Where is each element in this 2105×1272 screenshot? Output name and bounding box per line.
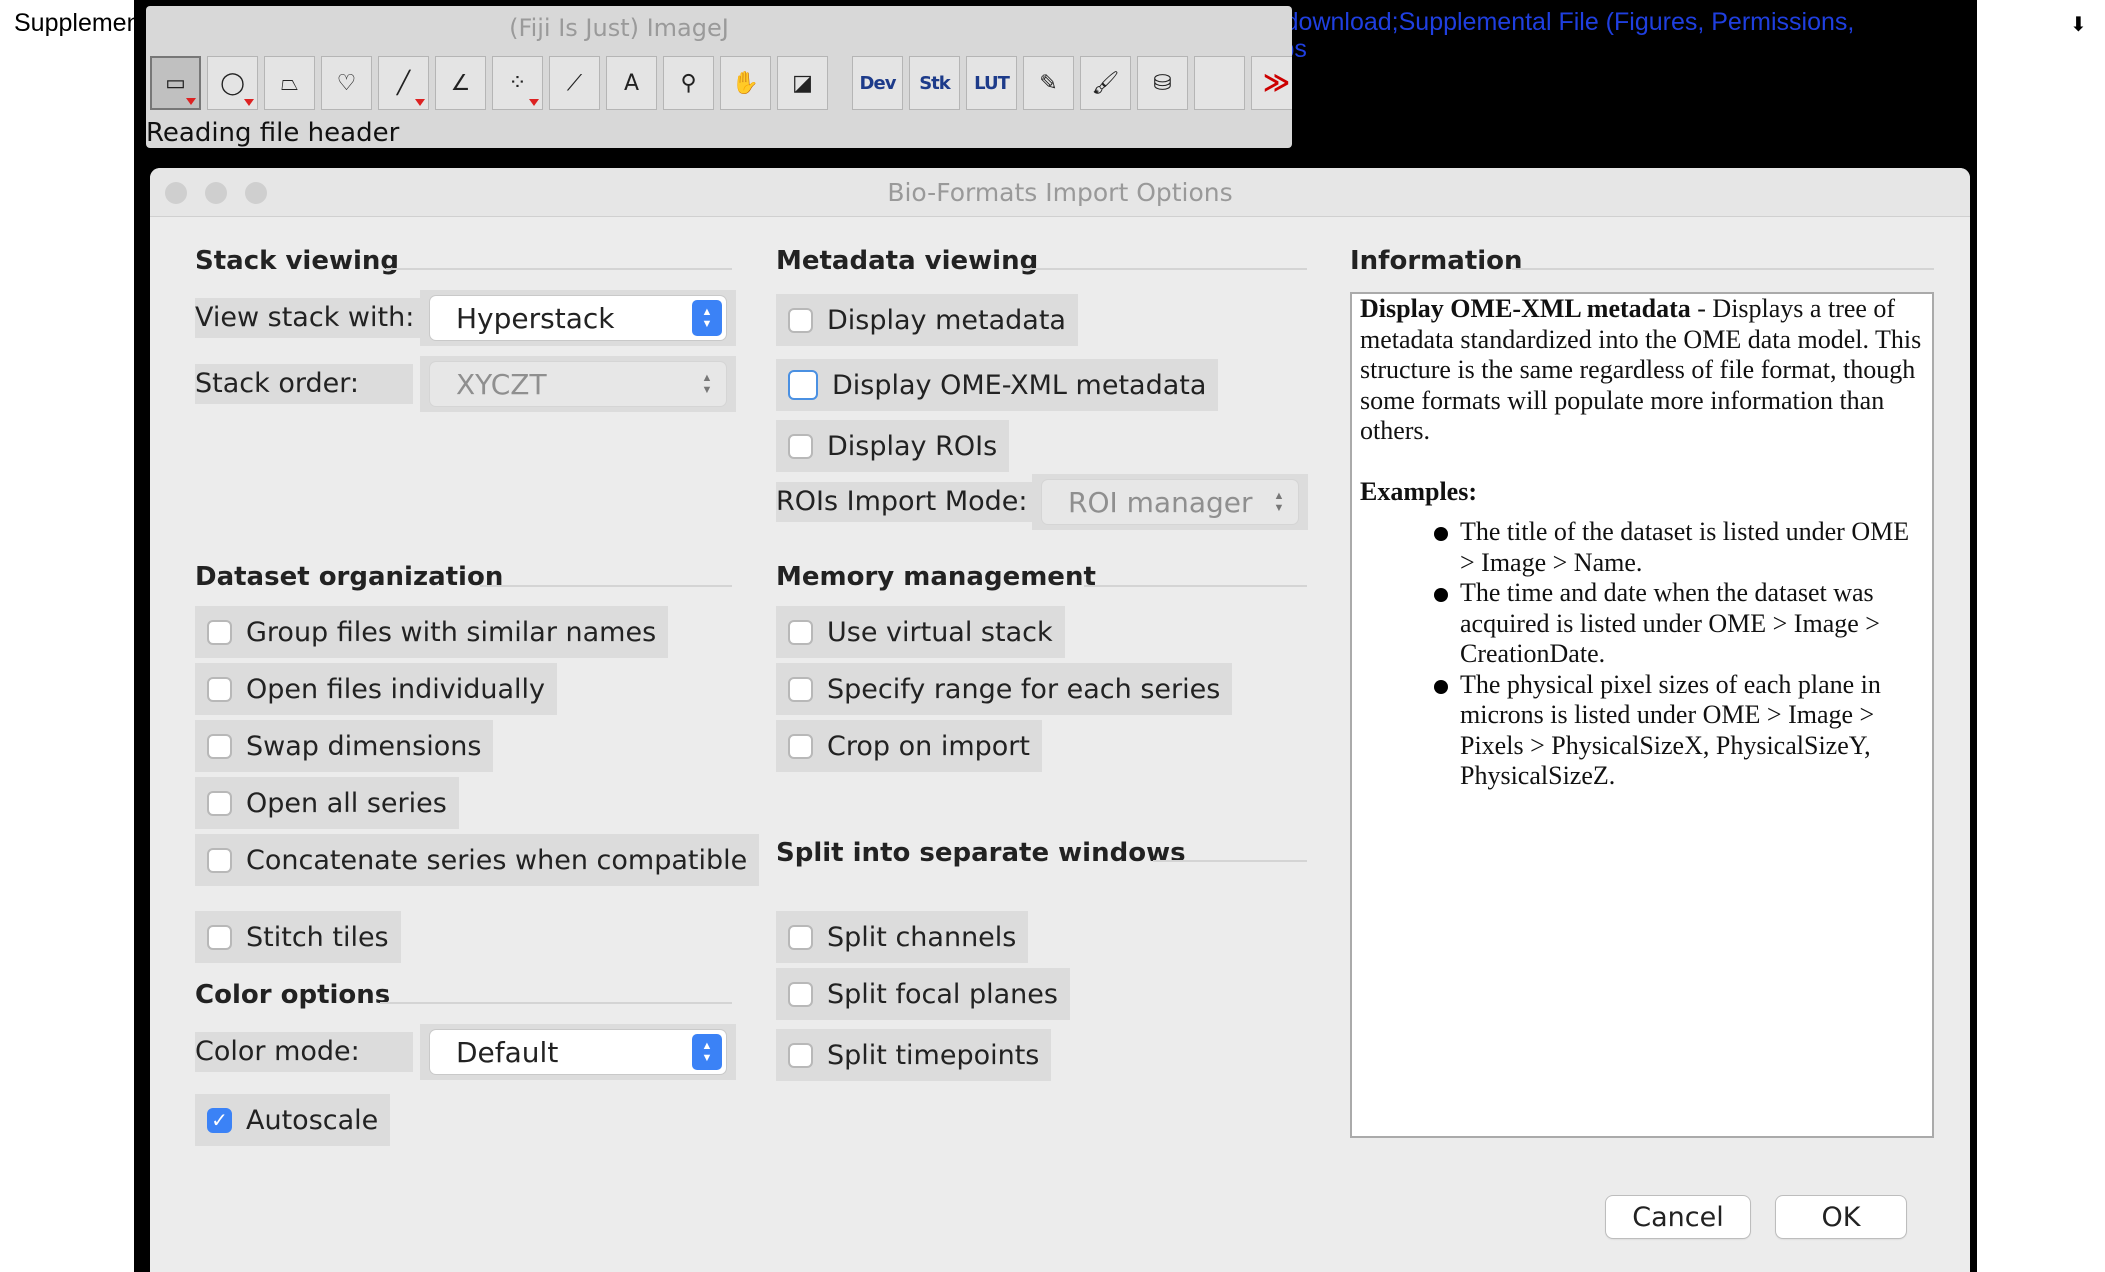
checkbox-box [788,307,813,333]
section-divider [380,1002,732,1004]
autoscale-checkbox[interactable]: ✓ Autoscale [195,1094,391,1146]
display-ome-xml-checkbox[interactable]: Display OME-XML metadata [776,359,1219,411]
imagej-toolbar: ▭ ◯ ⏢ ♡ ╱ ∠ ⁘ ⟋ A ⚲ ✋ ◪ Dev Stk LUT ✎ 🖌 … [150,56,1292,112]
split-timepoints-checkbox[interactable]: Split timepoints [776,1029,1052,1081]
status-bar: Reading file header [146,118,400,148]
examples-label: Examples: [1360,476,1477,506]
stack-order-select: XYCZT ▲ ▼ [420,356,736,412]
section-divider [1153,860,1307,862]
section-metadata-viewing: Metadata viewing [776,246,1039,276]
list-item: The physical pixel sizes of each plane i… [1434,670,1924,792]
view-stack-label: View stack with: [195,298,423,338]
information-panel: Display OME-XML metadata - Displays a tr… [1350,292,1934,1138]
brush-tool-icon[interactable]: 🖌 [1080,56,1131,110]
freehand-tool-icon[interactable]: ♡ [321,56,372,110]
section-memory-management: Memory management [776,562,1096,592]
swap-dimensions-checkbox[interactable]: Swap dimensions [195,720,494,772]
specify-range-checkbox[interactable]: Specify range for each series [776,663,1233,715]
section-split-windows: Split into separate windows [776,838,1186,868]
wand-tool-icon[interactable]: ⟋ [549,56,600,110]
download-icon[interactable]: ⬇ [2070,12,2087,37]
imagej-title: (Fiji Is Just) ImageJ [509,14,729,42]
section-divider [386,268,732,270]
checkbox-box [207,924,232,950]
checkbox-box [788,370,818,400]
color-picker-tool-icon[interactable]: ◪ [777,56,828,110]
angle-tool-icon[interactable]: ∠ [435,56,486,110]
group-files-checkbox[interactable]: Group files with similar names [195,606,669,658]
import-options-dialog: Bio-Formats Import Options Stack viewing… [150,168,1970,1272]
checkbox-box [788,433,813,459]
examples-list: The title of the dataset is listed under… [1360,517,1924,792]
display-rois-checkbox[interactable]: Display ROIs [776,420,1010,472]
chevron-updown-icon: ▲ ▼ [1273,490,1285,514]
section-divider [1022,268,1307,270]
polygon-tool-icon[interactable]: ⏢ [264,56,315,110]
stitch-tiles-checkbox[interactable]: Stitch tiles [195,911,401,963]
checkbox-box [788,676,813,702]
checkbox-box [207,676,232,702]
oval-tool-icon[interactable]: ◯ [207,56,258,110]
section-divider [1084,585,1307,587]
checkbox-box [788,733,813,759]
dev-menu-button[interactable]: Dev [852,56,903,110]
multipoint-tool-icon[interactable]: ⁘ [492,56,543,110]
chevron-updown-icon: ▲ ▼ [692,300,722,336]
section-stack-viewing: Stack viewing [195,246,400,276]
color-mode-label: Color mode: [195,1032,413,1072]
stk-menu-button[interactable]: Stk [909,56,960,110]
pencil-tool-icon[interactable]: ✎ [1023,56,1074,110]
cancel-button[interactable]: Cancel [1606,1196,1750,1238]
ok-button[interactable]: OK [1776,1196,1906,1238]
concatenate-series-checkbox[interactable]: Concatenate series when compatible [195,834,760,886]
chevron-updown-icon: ▲ ▼ [692,1034,722,1070]
magnifier-tool-icon[interactable]: ⚲ [663,56,714,110]
checkbox-box [207,619,232,645]
list-item: The time and date when the dataset was a… [1434,578,1924,670]
stack-order-label: Stack order: [195,364,413,404]
section-divider [1512,268,1934,270]
color-mode-select[interactable]: Default ▲ ▼ [420,1024,736,1080]
open-all-series-checkbox[interactable]: Open all series [195,777,459,829]
hand-tool-icon[interactable]: ✋ [720,56,771,110]
rectangle-tool-icon[interactable]: ▭ [150,56,201,110]
split-channels-checkbox[interactable]: Split channels [776,911,1029,963]
view-stack-select[interactable]: Hyperstack ▲ ▼ [420,290,736,346]
lut-menu-button[interactable]: LUT [966,56,1017,110]
empty-tool-slot[interactable] [1194,56,1245,110]
list-item: The title of the dataset is listed under… [1434,517,1924,578]
checkbox-box [788,924,813,950]
open-individually-checkbox[interactable]: Open files individually [195,663,557,715]
rois-mode-select: ROI manager ▲ ▼ [1032,474,1308,530]
section-color-options: Color options [195,980,391,1010]
checkbox-box [207,733,232,759]
checkbox-box [207,790,232,816]
dialog-title: Bio-Formats Import Options [887,178,1233,207]
virtual-stack-checkbox[interactable]: Use virtual stack [776,606,1065,658]
checkbox-box [788,619,813,645]
section-information: Information [1350,246,1523,276]
checkbox-box [207,847,232,873]
flood-fill-tool-icon[interactable]: ⛁ [1137,56,1188,110]
display-metadata-checkbox[interactable]: Display metadata [776,294,1078,346]
checkbox-box [788,981,813,1007]
line-tool-icon[interactable]: ╱ [378,56,429,110]
chevron-updown-icon: ▲ ▼ [701,372,713,396]
split-focal-planes-checkbox[interactable]: Split focal planes [776,968,1070,1020]
section-dataset-organization: Dataset organization [195,562,504,592]
rois-mode-label: ROIs Import Mode: [776,482,1036,522]
crop-on-import-checkbox[interactable]: Crop on import [776,720,1042,772]
more-tools-button[interactable]: ≫ [1251,56,1292,110]
checkmark-icon: ✓ [207,1107,232,1133]
dialog-titlebar: Bio-Formats Import Options [150,168,1970,217]
text-tool-icon[interactable]: A [606,56,657,110]
checkbox-box [788,1042,813,1068]
info-title: Display OME-XML metadata [1360,294,1691,323]
imagej-window: (Fiji Is Just) ImageJ ▭ ◯ ⏢ ♡ ╱ ∠ ⁘ ⟋ A … [146,6,1292,148]
section-divider [480,585,732,587]
